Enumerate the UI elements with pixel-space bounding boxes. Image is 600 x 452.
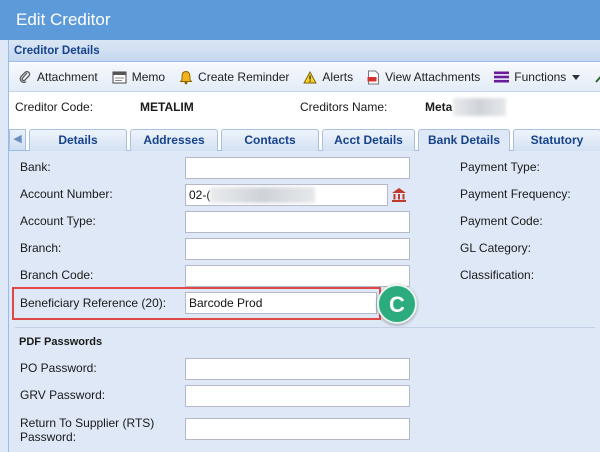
create-reminder-button[interactable]: Create Reminder (174, 66, 294, 88)
grv-password-label: GRV Password: (20, 388, 106, 402)
paperclip-icon (19, 71, 31, 83)
beneficiary-reference-input[interactable]: Barcode Prod (185, 292, 377, 314)
memo-button[interactable]: Memo (107, 66, 170, 88)
section-divider (15, 327, 595, 328)
functions-menu-button[interactable]: Functions (489, 66, 585, 88)
tab-strip: ◀ Details Addresses Contacts Acct Detail… (9, 126, 600, 152)
creditor-code-value: METALIM (140, 100, 194, 114)
bell-icon (179, 70, 193, 84)
creditors-name-value: Meta (425, 100, 453, 114)
payment-code-label: Payment Code: (460, 214, 543, 228)
link-icon (595, 76, 600, 83)
attachment-button[interactable]: Attachment (13, 66, 103, 88)
functions-label: Functions (514, 70, 567, 84)
window-title: Edit Creditor (0, 0, 600, 40)
payment-type-label: Payment Type: (460, 160, 540, 174)
alerts-button[interactable]: Alerts (298, 66, 358, 88)
account-number-value: 02-( (189, 188, 211, 202)
gl-category-label: GL Category: (460, 241, 531, 255)
account-type-label: Account Type: (20, 214, 96, 228)
creditor-code-label: Creditor Code: (15, 100, 94, 114)
memo-icon (112, 71, 127, 84)
view-attachments-label: View Attachments (385, 70, 481, 84)
view-attachments-button[interactable]: View Attachments (362, 66, 485, 88)
po-password-label: PO Password: (20, 361, 97, 375)
pdf-document-icon (367, 70, 380, 84)
tab-statutory[interactable]: Statutory (513, 129, 600, 151)
creditor-panel: Creditor Details Attachment Memo Create … (8, 40, 600, 452)
panel-title: Creditor Details (9, 40, 600, 62)
arrow-left-icon: ◀ (13, 133, 22, 145)
rts-password-input[interactable] (185, 418, 410, 440)
bank-building-icon[interactable] (391, 187, 407, 203)
beneficiary-reference-label: Beneficiary Reference (20): (20, 296, 167, 310)
tab-contacts[interactable]: Contacts (221, 129, 319, 151)
branch-code-label: Branch Code: (20, 268, 94, 282)
bank-label: Bank: (20, 160, 51, 174)
po-password-input[interactable] (185, 358, 410, 380)
rts-password-label-line1: Return To Supplier (RTS) (20, 416, 155, 430)
redacted-account-blur (210, 187, 315, 203)
branch-label: Branch: (20, 241, 62, 255)
creditors-name-label: Creditors Name: (300, 100, 388, 114)
redacted-name-blur (453, 98, 506, 116)
bank-details-form: Bank: Account Number: 02-( Account Type:… (9, 151, 600, 452)
link-button[interactable] (589, 66, 600, 88)
account-type-input[interactable] (185, 211, 410, 233)
toolbar: Attachment Memo Create Reminder Alerts V… (9, 63, 600, 92)
functions-list-icon (494, 71, 510, 83)
creditor-info-row: Creditor Code: METALIM Creditors Name: M… (9, 93, 600, 121)
tab-bank-details[interactable]: Bank Details (418, 129, 510, 152)
pdf-passwords-title: PDF Passwords (19, 336, 103, 348)
account-number-input[interactable]: 02-( (185, 184, 388, 206)
tab-acct-details[interactable]: Acct Details (322, 129, 415, 151)
bank-input[interactable] (185, 157, 410, 179)
branch-code-input[interactable] (185, 265, 410, 287)
branch-input[interactable] (185, 238, 410, 260)
tab-details[interactable]: Details (29, 129, 127, 151)
create-reminder-label: Create Reminder (198, 70, 290, 84)
warning-icon (303, 70, 318, 83)
classification-label: Classification: (460, 268, 535, 282)
alerts-label: Alerts (322, 70, 354, 84)
tab-addresses[interactable]: Addresses (130, 129, 218, 151)
dropdown-arrow-icon (572, 74, 581, 80)
annotation-badge: C (377, 284, 417, 324)
attachment-label: Attachment (37, 70, 98, 84)
rts-password-label-line2: Password: (20, 430, 77, 444)
payment-frequency-label: Payment Frequency: (460, 187, 571, 201)
account-number-label: Account Number: (20, 187, 113, 201)
grv-password-input[interactable] (185, 385, 410, 407)
memo-label: Memo (131, 70, 166, 84)
tab-scroll-left-button[interactable]: ◀ (9, 129, 26, 150)
